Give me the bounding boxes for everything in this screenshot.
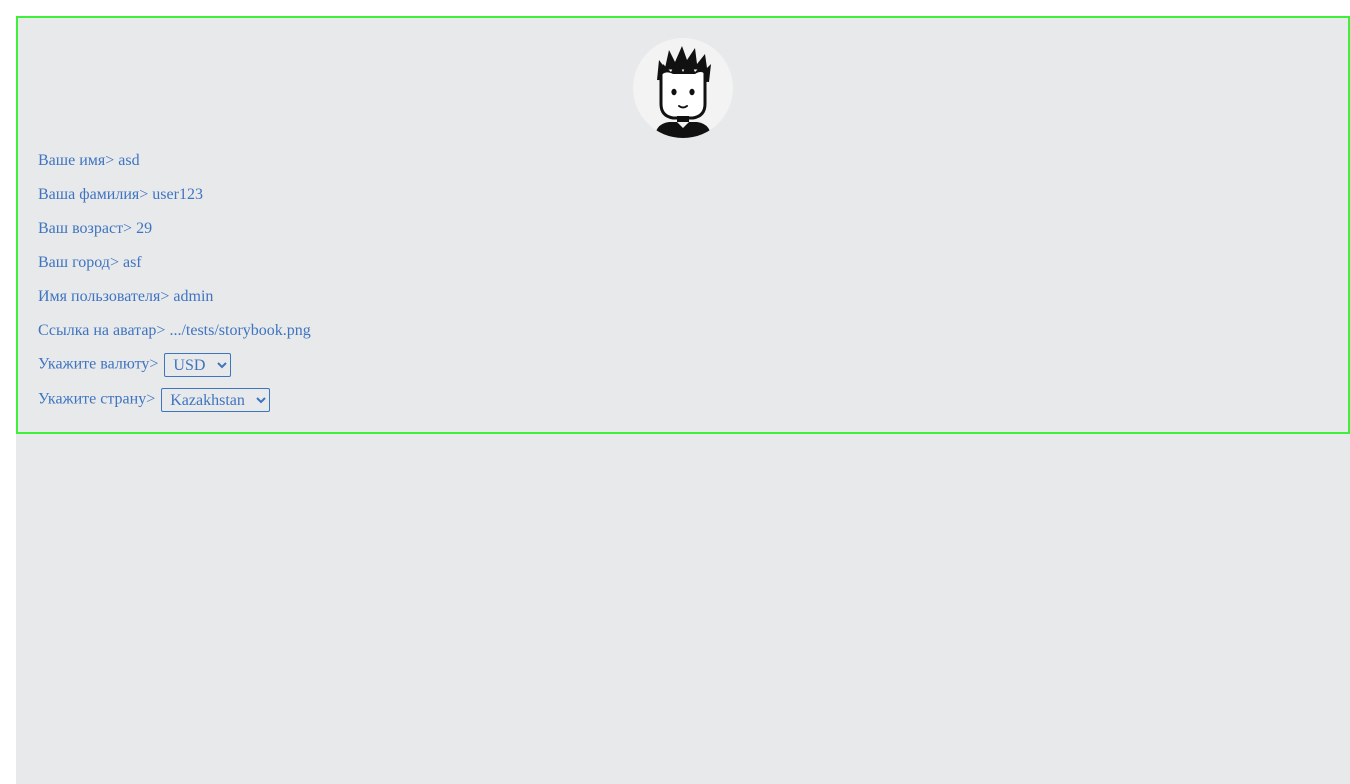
country-label: Укажите страну> — [38, 390, 156, 408]
username-value: admin — [173, 288, 214, 305]
avatar — [633, 38, 733, 138]
city-row: Ваш город> asf — [38, 253, 142, 273]
first-name-label: Ваше имя> — [38, 152, 115, 169]
username-row: Имя пользователя> admin — [38, 287, 213, 307]
age-row: Ваш возраст> 29 — [38, 219, 152, 239]
avatar-link-value: .../tests/storybook.png — [169, 322, 311, 339]
currency-select[interactable]: USD — [164, 353, 232, 377]
country-row: Укажите страну> Kazakhstan — [38, 388, 271, 412]
currency-row: Укажите валюту> USD — [38, 353, 232, 377]
first-name-row: Ваше имя> asd — [38, 151, 140, 171]
age-value: 29 — [136, 220, 153, 237]
first-name-value: asd — [118, 152, 140, 169]
last-name-value: user123 — [152, 186, 203, 203]
username-label: Имя пользователя> — [38, 288, 170, 305]
avatar-link-row: Ссылка на аватар> .../tests/storybook.pn… — [38, 321, 311, 341]
user-avatar-icon — [655, 46, 711, 138]
profile-card: Ваше имя> asd Ваша фамилия> user123 Ваш … — [16, 16, 1350, 434]
currency-label: Укажите валюту> — [38, 355, 159, 373]
city-value: asf — [122, 254, 142, 271]
last-name-row: Ваша фамилия> user123 — [38, 185, 203, 205]
avatar-link-label: Ссылка на аватар> — [38, 322, 166, 339]
city-label: Ваш город> — [38, 254, 119, 271]
last-name-label: Ваша фамилия> — [38, 186, 149, 203]
country-select[interactable]: Kazakhstan — [161, 388, 271, 412]
age-label: Ваш возраст> — [38, 220, 133, 237]
